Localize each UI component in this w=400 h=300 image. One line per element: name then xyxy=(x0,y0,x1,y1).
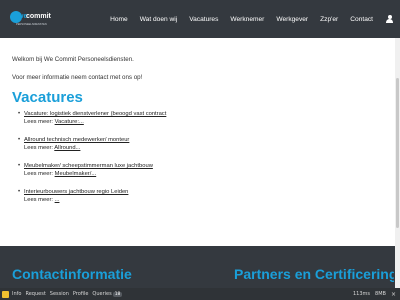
vacature-item: Meubelmaker/ scheepstimmerman luxe jacht… xyxy=(18,162,382,178)
debug-toolbar-right: 113ms 8MB × xyxy=(348,291,400,298)
read-more-label: Lees meer: xyxy=(24,171,55,177)
main-content: Welkom bij We Commit Personeelsdiensten.… xyxy=(12,56,382,214)
read-more-link[interactable]: Allround... xyxy=(54,145,80,151)
vacatures-heading: Vacatures xyxy=(12,89,83,106)
nav-werknemer[interactable]: Werknemer xyxy=(230,16,264,23)
debug-time: 113ms xyxy=(353,291,371,297)
read-more-line: Lees meer: Vacature:... xyxy=(24,118,382,126)
vacature-title-link[interactable]: Vacature: logistiek dienstverlener (beoo… xyxy=(24,110,382,118)
debug-logo-icon[interactable] xyxy=(2,290,9,298)
vacature-title-link[interactable]: Interieurbouwers jachtbouw regio Leiden xyxy=(24,188,382,196)
logo-commit-text: commit xyxy=(26,13,51,20)
contact-prompt-text: Voor meer informatie neem contact met on… xyxy=(12,74,143,81)
main-nav: Home Wat doen wij Vacatures Werknemer We… xyxy=(98,0,394,38)
debug-tab-profile[interactable]: Profile xyxy=(73,291,89,297)
read-more-line: Lees meer: Meubelmaker/... xyxy=(24,170,382,178)
debug-memory: 8MB xyxy=(375,291,386,297)
vacature-item: Vacature: logistiek dienstverlener (beoo… xyxy=(18,110,382,126)
nav-vacatures[interactable]: Vacatures xyxy=(189,16,218,23)
read-more-line: Lees meer: ... xyxy=(24,196,382,204)
vacature-item: Interieurbouwers jachtbouw regio Leiden … xyxy=(18,188,382,204)
vacature-item: Allround technisch medewerker/ monteur L… xyxy=(18,136,382,152)
nav-contact[interactable]: Contact xyxy=(350,16,373,23)
close-icon[interactable]: × xyxy=(391,291,396,298)
debug-toolbar: Info Request Session Profile Queries 18 1… xyxy=(0,288,400,300)
debug-tab-session[interactable]: Session xyxy=(50,291,69,297)
site-header: we commit PERSONEELSDIENSTEN Home Wat do… xyxy=(0,0,400,38)
contactinformatie-heading: Contactinformatie xyxy=(12,266,132,282)
scrollbar-thumb[interactable] xyxy=(396,78,399,228)
read-more-link[interactable]: ... xyxy=(55,197,60,203)
debug-tab-queries[interactable]: Queries 18 xyxy=(92,291,123,297)
debug-tab-request[interactable]: Request xyxy=(25,291,45,297)
user-icon[interactable] xyxy=(385,14,394,24)
debug-toolbar-left: Info Request Session Profile Queries 18 xyxy=(0,290,126,298)
page-scrollbar[interactable] xyxy=(395,38,400,288)
vacature-title-link[interactable]: Allround technisch medewerker/ monteur xyxy=(24,136,382,144)
debug-tab-info[interactable]: Info xyxy=(12,291,21,297)
logo-tagline: PERSONEELSDIENSTEN xyxy=(16,23,47,26)
read-more-link[interactable]: Meubelmaker/... xyxy=(55,171,97,177)
vacature-list: Vacature: logistiek dienstverlener (beoo… xyxy=(12,110,382,204)
site-footer: Contactinformatie Partners en Certificer… xyxy=(0,246,395,288)
nav-wat-doen-wij[interactable]: Wat doen wij xyxy=(140,16,178,23)
nav-werkgever[interactable]: Werkgever xyxy=(276,16,308,23)
nav-home[interactable]: Home xyxy=(110,16,128,23)
read-more-link[interactable]: Vacature:... xyxy=(55,119,84,125)
queries-count-badge: 18 xyxy=(112,292,123,297)
read-more-line: Lees meer: Allround... xyxy=(24,144,382,152)
read-more-label: Lees meer: xyxy=(24,197,55,203)
debug-tab-queries-label: Queries xyxy=(92,291,112,297)
we-commit-logo[interactable]: we commit PERSONEELSDIENSTEN xyxy=(10,11,58,29)
nav-zzper[interactable]: Zzp'er xyxy=(320,16,338,23)
read-more-label: Lees meer: xyxy=(24,145,55,151)
vacature-title-link[interactable]: Meubelmaker/ scheepstimmerman luxe jacht… xyxy=(24,162,382,170)
read-more-label: Lees meer: xyxy=(24,119,55,125)
welcome-text: Welkom bij We Commit Personeelsdiensten. xyxy=(12,56,134,63)
partners-heading: Partners en Certificering xyxy=(234,266,394,282)
